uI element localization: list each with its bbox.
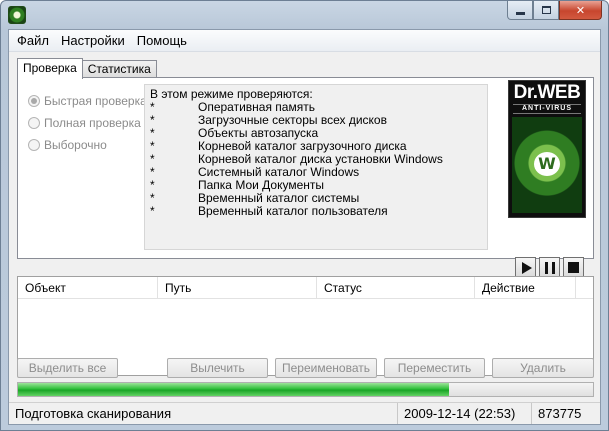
select-all-button[interactable]: Выделить все xyxy=(17,358,118,378)
radio-quick-scan[interactable]: Быстрая проверка xyxy=(28,90,147,112)
maximize-button[interactable] xyxy=(533,1,559,20)
menu-file[interactable]: Файл xyxy=(11,31,55,51)
menu-bar: Файл Настройки Помощь xyxy=(9,30,600,52)
status-bar: Подготовка сканирования 2009-12-14 (22:5… xyxy=(9,402,600,424)
app-window: ✕ Файл Настройки Помощь Проверка Статист… xyxy=(0,0,609,431)
list-item: * Временный каталог пользователя xyxy=(150,204,388,218)
close-icon: ✕ xyxy=(575,3,586,17)
radio-label: Полная проверка xyxy=(44,116,141,130)
tab-statistics[interactable]: Статистика xyxy=(81,60,157,78)
radio-checked-icon xyxy=(28,95,40,107)
pause-scan-button[interactable] xyxy=(539,257,560,278)
column-status[interactable]: Статус xyxy=(317,277,475,298)
column-object[interactable]: Объект xyxy=(18,277,158,298)
status-message: Подготовка сканирования xyxy=(9,403,398,424)
tab-scan[interactable]: Проверка xyxy=(17,58,83,79)
radio-unchecked-icon xyxy=(28,139,40,151)
tab-strip: Проверка Статистика xyxy=(17,58,157,79)
stop-icon xyxy=(568,262,579,273)
radio-unchecked-icon xyxy=(28,117,40,129)
logo-mark: W xyxy=(534,152,560,176)
start-scan-button[interactable] xyxy=(515,257,536,278)
rename-button[interactable]: Переименовать xyxy=(275,358,377,378)
column-spacer xyxy=(576,277,593,298)
title-bar[interactable]: ✕ xyxy=(1,1,608,29)
drweb-app-icon[interactable] xyxy=(8,6,26,24)
cure-button[interactable]: Вылечить xyxy=(167,358,268,378)
column-action[interactable]: Действие xyxy=(475,277,576,298)
scan-mode-group: Быстрая проверка Полная проверка Выбороч… xyxy=(28,90,147,156)
scan-controls xyxy=(515,257,584,278)
description-list: * Оперативная память * Загрузочные секторы… xyxy=(150,101,482,218)
maximize-icon xyxy=(541,6,551,14)
logo-subtitle: ANTI-VIRUS xyxy=(513,104,581,114)
column-path[interactable]: Путь xyxy=(158,277,317,298)
client-area: Файл Настройки Помощь Проверка Статистик… xyxy=(8,29,601,425)
scan-tab-page: Быстрая проверка Полная проверка Выбороч… xyxy=(17,77,594,278)
menu-settings[interactable]: Настройки xyxy=(55,31,131,51)
move-button[interactable]: Переместить xyxy=(384,358,485,378)
scan-progress-bar xyxy=(17,382,594,397)
spider-logo-icon: W xyxy=(512,117,582,213)
results-header: Объект Путь Статус Действие xyxy=(18,277,593,299)
window-controls: ✕ xyxy=(507,1,602,21)
radio-label: Быстрая проверка xyxy=(44,94,147,108)
radio-label: Выборочно xyxy=(44,138,107,152)
stop-scan-button[interactable] xyxy=(563,257,584,278)
drweb-logo: Dr.WEB ANTI-VIRUS W xyxy=(508,80,586,218)
status-count: 873775 xyxy=(538,406,582,421)
delete-button[interactable]: Удалить xyxy=(492,358,594,378)
scan-description-panel: В этом режиме проверяются: * Оперативная … xyxy=(144,84,488,250)
pause-icon xyxy=(544,261,555,274)
minimize-icon xyxy=(515,11,525,15)
minimize-button[interactable] xyxy=(507,1,533,20)
play-icon xyxy=(521,261,532,274)
close-button[interactable]: ✕ xyxy=(559,1,602,20)
radio-custom-scan[interactable]: Выборочно xyxy=(28,134,147,156)
radio-full-scan[interactable]: Полная проверка xyxy=(28,112,147,134)
menu-help[interactable]: Помощь xyxy=(131,31,193,51)
progress-fill xyxy=(18,383,450,396)
logo-brand: Dr.WEB xyxy=(513,82,581,103)
status-datetime: 2009-12-14 (22:53) xyxy=(398,403,532,424)
